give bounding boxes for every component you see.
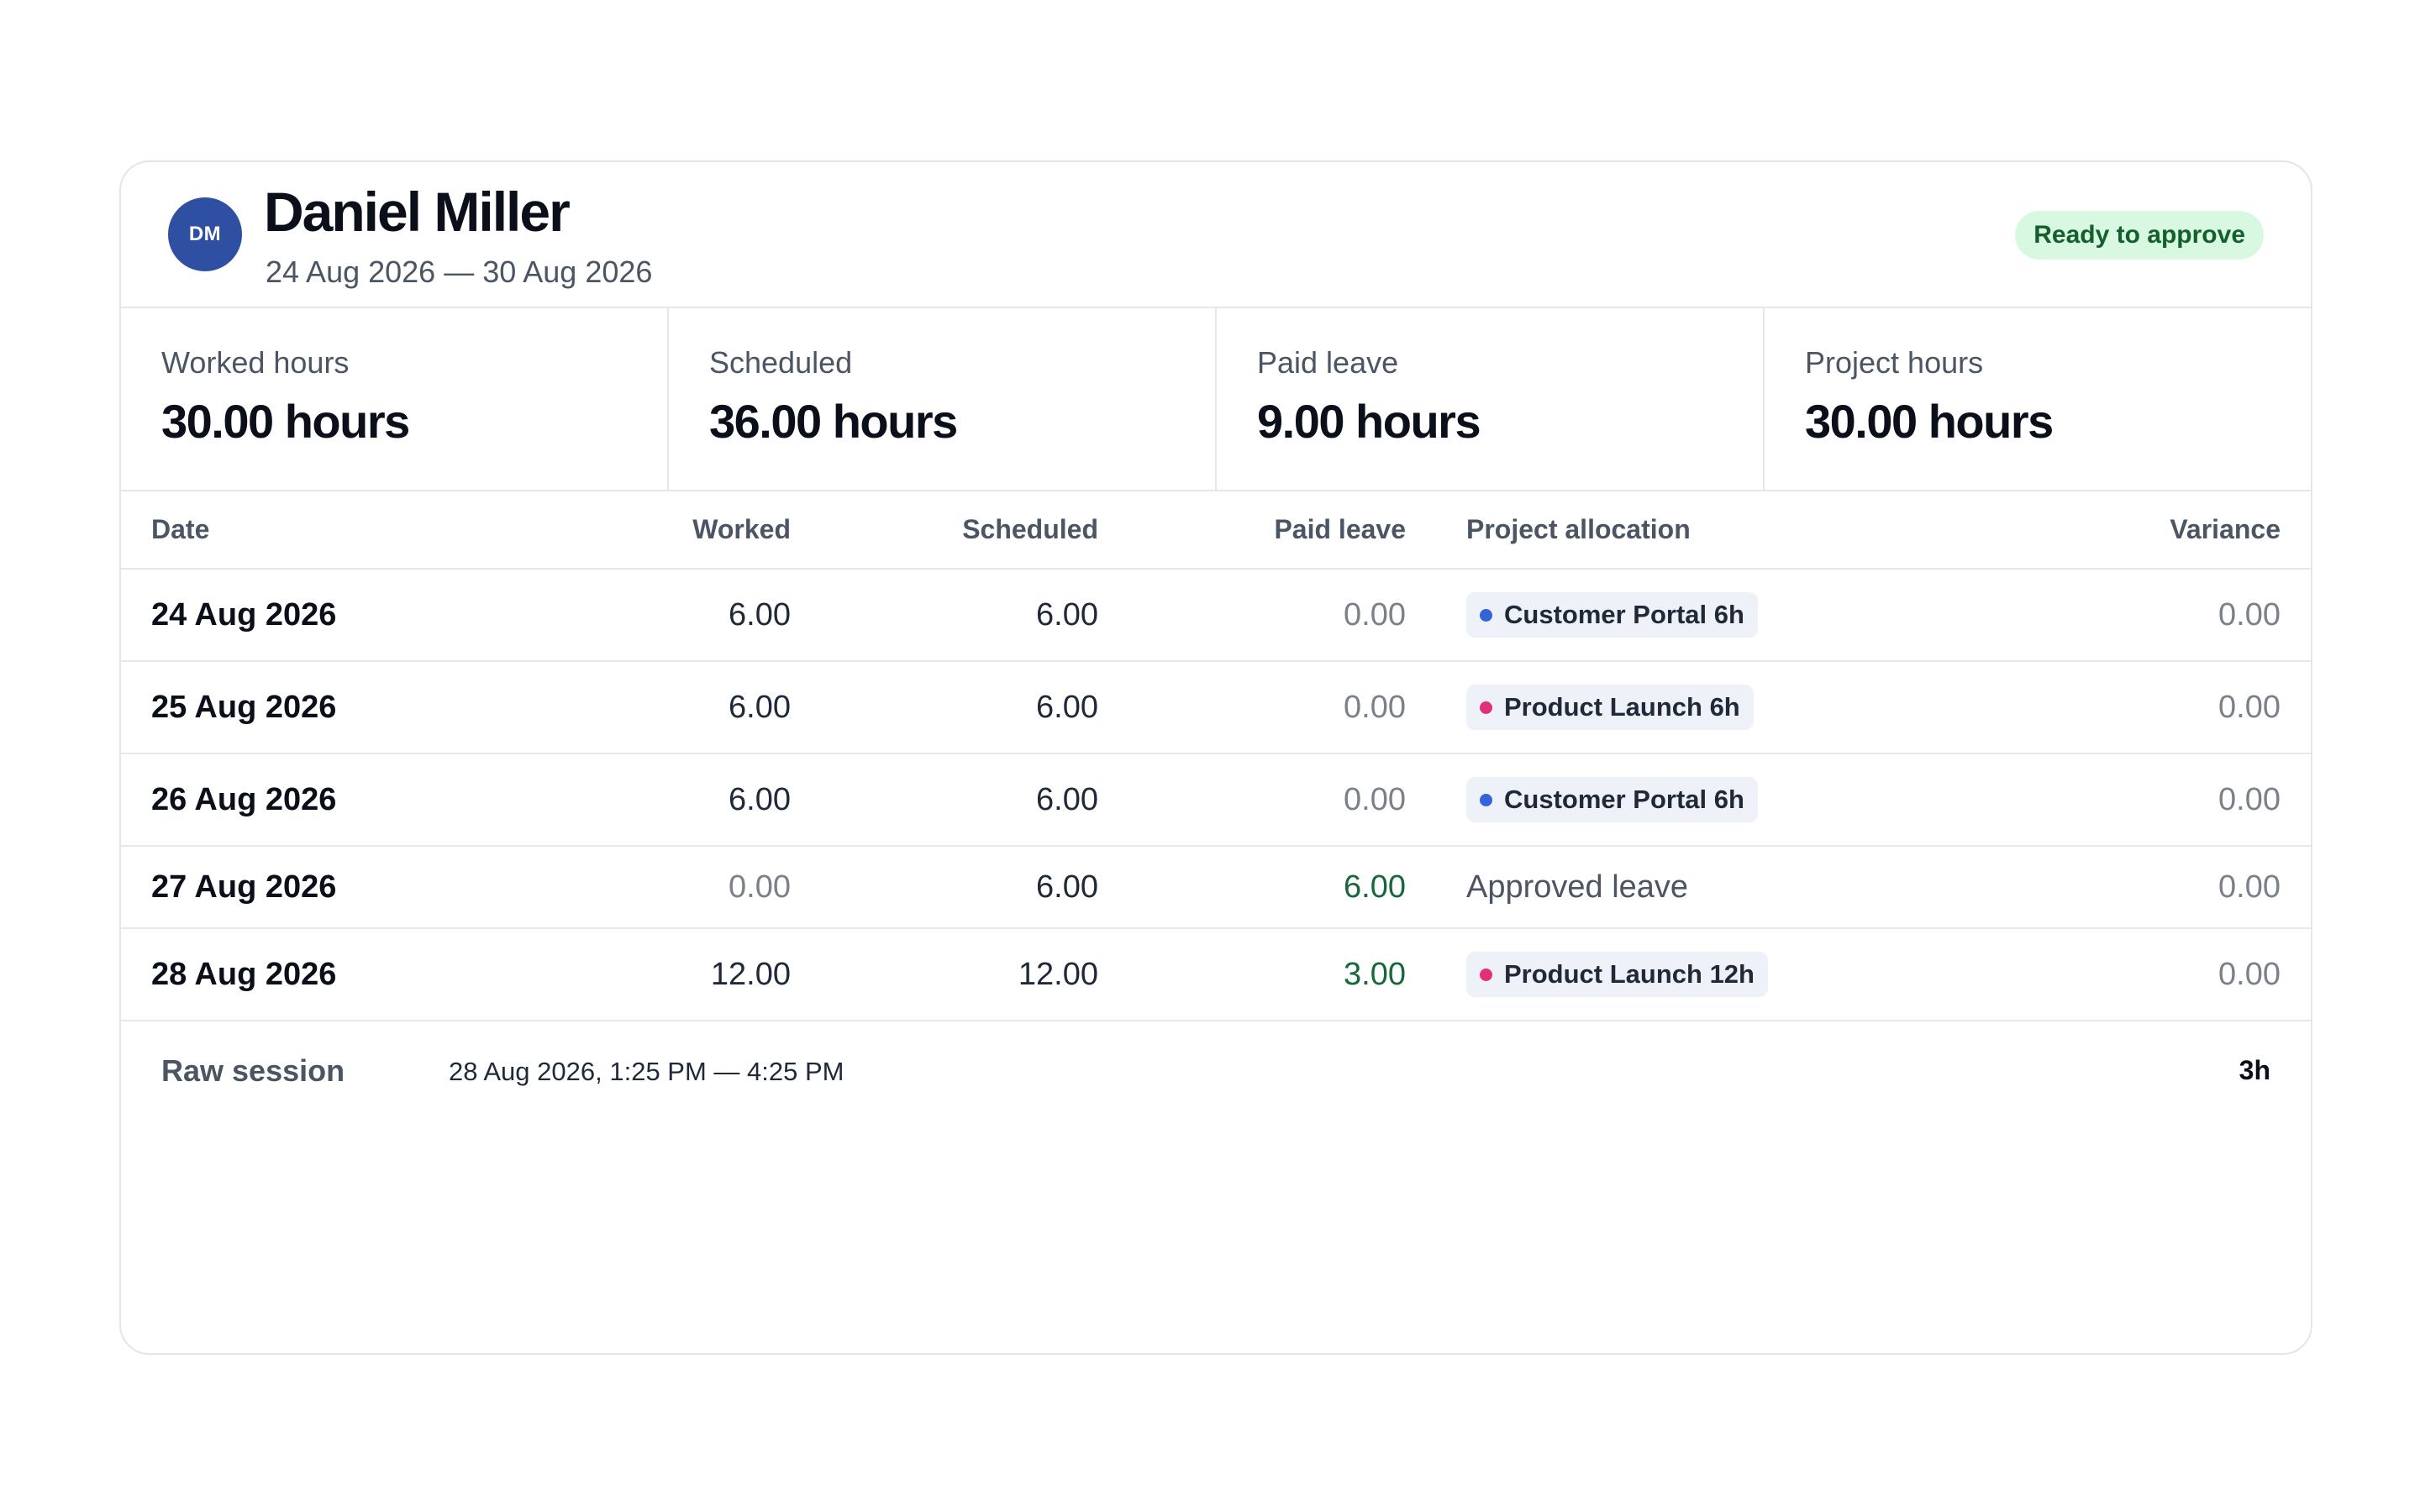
cell-date: 24 Aug 2026 — [151, 596, 337, 633]
daily-hours-table: Date Worked Scheduled Paid leave Project… — [121, 491, 2311, 1021]
raw-session-time: 28 Aug 2026, 1:25 PM — 4:25 PM — [449, 1057, 844, 1086]
cell-worked: 6.00 — [729, 596, 791, 633]
cell-scheduled: 6.00 — [1036, 596, 1098, 633]
summary-stats: Worked hours 30.00 hours Scheduled 36.00… — [121, 308, 2311, 491]
raw-session-duration: 3h — [2238, 1055, 2270, 1085]
stat-value: 36.00 hours — [709, 395, 958, 448]
stat-value: 30.00 hours — [1805, 395, 2054, 448]
period-range: 24 Aug 2026 — 30 Aug 2026 — [266, 255, 653, 289]
project-chip-label: Product Launch 6h — [1504, 692, 1740, 722]
cell-scheduled: 6.00 — [1036, 869, 1098, 905]
stat-value: 30.00 hours — [161, 395, 410, 448]
stat-label: Scheduled — [709, 345, 853, 380]
pink-dot-icon — [1480, 968, 1492, 981]
table-header-row: Date Worked Scheduled Paid leave Project… — [121, 491, 2311, 569]
cell-date: 26 Aug 2026 — [151, 781, 337, 817]
cell-worked: 6.00 — [729, 689, 791, 725]
cell-worked: 0.00 — [729, 869, 791, 905]
project-chip: Product Launch 6h — [1466, 685, 1754, 730]
stat-worked-hours: Worked hours 30.00 hours — [121, 308, 669, 490]
cell-project-allocation: Product Launch 6h — [1406, 661, 1986, 753]
cell-paid-leave: 0.00 — [1344, 781, 1406, 817]
project-chip: Product Launch 12h — [1466, 952, 1768, 997]
raw-session-row: Raw session 28 Aug 2026, 1:25 PM — 4:25 … — [121, 1021, 2311, 1122]
table-row[interactable]: 24 Aug 2026 6.00 6.00 0.00 Customer Port… — [121, 569, 2311, 661]
column-header-variance[interactable]: Variance — [1986, 491, 2311, 569]
stat-label: Worked hours — [161, 345, 350, 380]
cell-variance: 0.00 — [2218, 596, 2281, 633]
cell-scheduled: 6.00 — [1036, 781, 1098, 817]
project-chip-label: Customer Portal 6h — [1504, 600, 1744, 629]
table-row[interactable]: 25 Aug 2026 6.00 6.00 0.00 Product Launc… — [121, 661, 2311, 753]
employee-name: Daniel Miller — [264, 181, 571, 243]
project-chip-label: Customer Portal 6h — [1504, 785, 1744, 814]
cell-project-allocation: Customer Portal 6h — [1406, 569, 1986, 661]
cell-paid-leave: 0.00 — [1344, 689, 1406, 725]
table-row[interactable]: 28 Aug 2026 12.00 12.00 3.00 Product Lau… — [121, 928, 2311, 1021]
cell-worked: 12.00 — [710, 956, 791, 992]
blue-dot-icon — [1480, 793, 1492, 806]
cell-worked: 6.00 — [729, 781, 791, 817]
cell-date: 28 Aug 2026 — [151, 956, 337, 992]
project-chip: Customer Portal 6h — [1466, 777, 1758, 822]
timesheet-card: DM Daniel Miller 24 Aug 2026 — 30 Aug 20… — [119, 160, 2312, 1355]
stat-label: Paid leave — [1257, 345, 1399, 380]
project-chip: Customer Portal 6h — [1466, 592, 1758, 638]
project-chip-label: Product Launch 12h — [1504, 959, 1754, 989]
cell-paid-leave: 6.00 — [1344, 869, 1406, 905]
cell-variance: 0.00 — [2218, 956, 2281, 992]
stat-project-hours: Project hours 30.00 hours — [1765, 308, 2311, 490]
cell-date: 25 Aug 2026 — [151, 689, 337, 725]
cell-variance: 0.00 — [2218, 689, 2281, 725]
stat-value: 9.00 hours — [1257, 395, 1481, 448]
cell-scheduled: 12.00 — [1018, 956, 1098, 992]
cell-paid-leave: 3.00 — [1344, 956, 1406, 992]
cell-scheduled: 6.00 — [1036, 689, 1098, 725]
avatar: DM — [168, 197, 242, 271]
timesheet-header: DM Daniel Miller 24 Aug 2026 — 30 Aug 20… — [121, 162, 2311, 308]
column-header-project-allocation[interactable]: Project allocation — [1406, 491, 1986, 569]
column-header-date[interactable]: Date — [121, 491, 362, 569]
cell-project-allocation: Approved leave — [1466, 869, 1689, 905]
cell-variance: 0.00 — [2218, 869, 2281, 905]
stat-paid-leave: Paid leave 9.00 hours — [1217, 308, 1765, 490]
cell-date: 27 Aug 2026 — [151, 869, 337, 905]
status-badge: Ready to approve — [2015, 211, 2264, 260]
pink-dot-icon — [1480, 701, 1492, 714]
cell-variance: 0.00 — [2218, 781, 2281, 817]
table-row[interactable]: 27 Aug 2026 0.00 6.00 6.00 Approved leav… — [121, 846, 2311, 928]
column-header-worked[interactable]: Worked — [362, 491, 791, 569]
raw-session-label: Raw session — [161, 1053, 345, 1088]
cell-paid-leave: 0.00 — [1344, 596, 1406, 633]
column-header-paid-leave[interactable]: Paid leave — [1098, 491, 1406, 569]
blue-dot-icon — [1480, 608, 1492, 622]
cell-project-allocation: Customer Portal 6h — [1406, 753, 1986, 846]
table-row[interactable]: 26 Aug 2026 6.00 6.00 0.00 Customer Port… — [121, 753, 2311, 846]
stat-label: Project hours — [1805, 345, 1984, 380]
cell-project-allocation: Product Launch 12h — [1406, 928, 1986, 1021]
column-header-scheduled[interactable]: Scheduled — [791, 491, 1098, 569]
stat-scheduled: Scheduled 36.00 hours — [669, 308, 1217, 490]
